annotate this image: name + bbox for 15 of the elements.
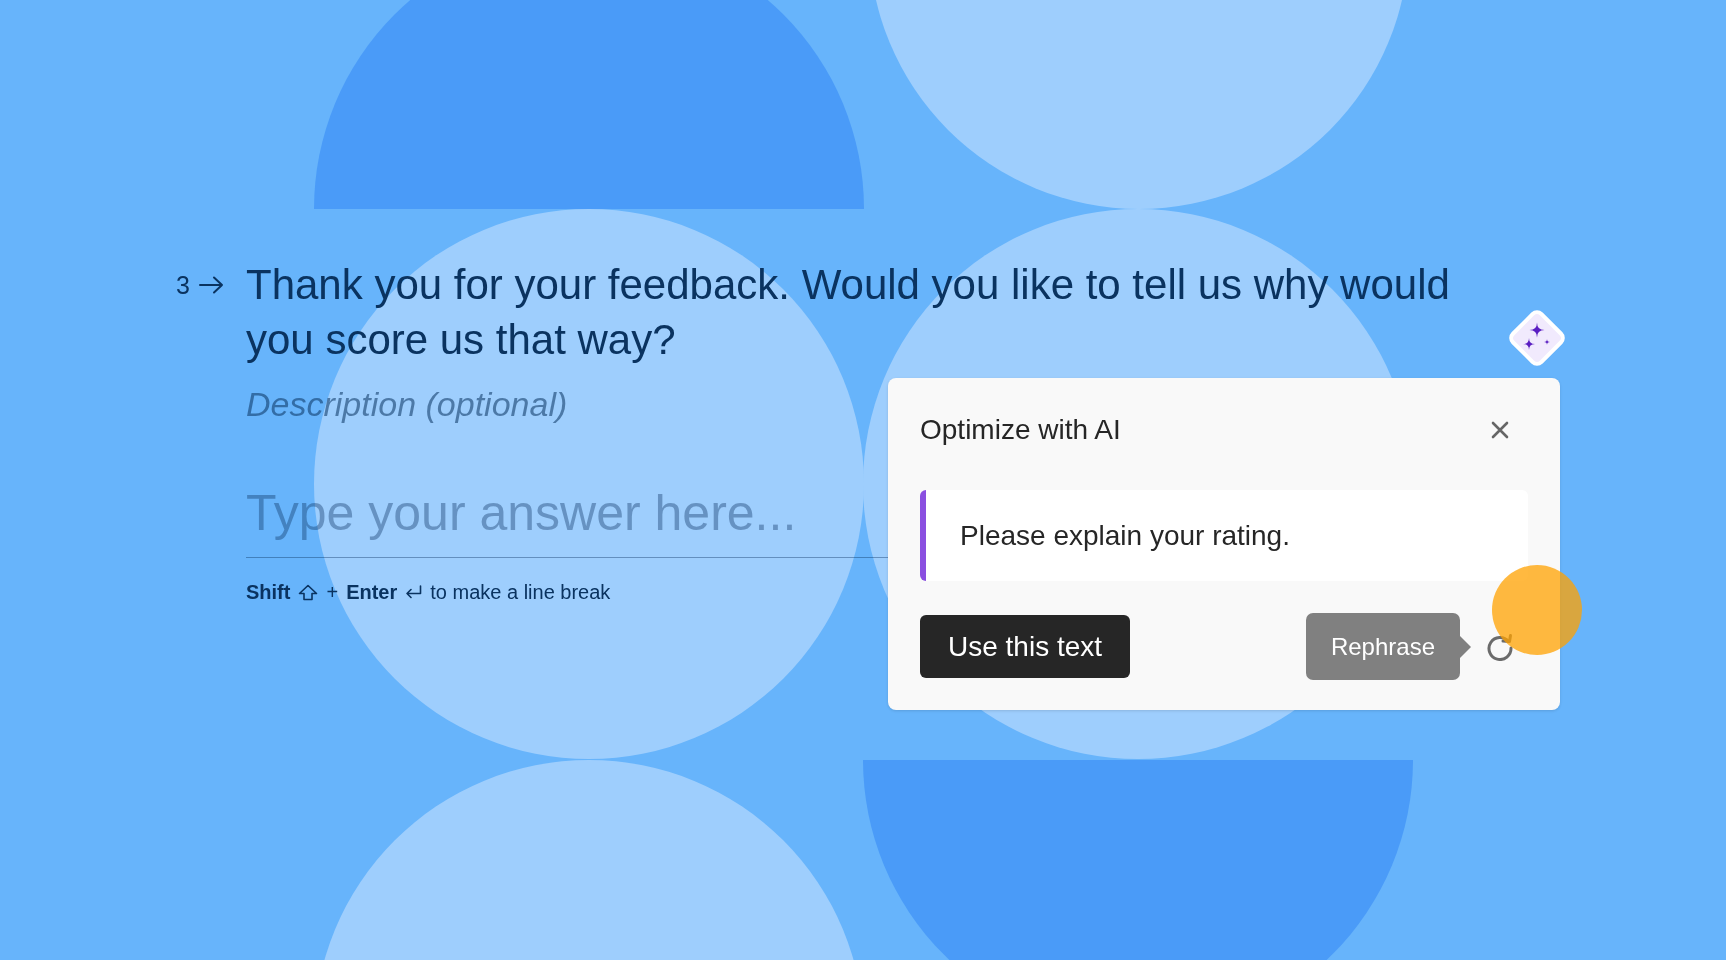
rephrase-tooltip: Rephrase — [1305, 613, 1471, 680]
suggestion-card: Please explain your rating. — [920, 490, 1528, 581]
question-number: 3 — [176, 269, 190, 300]
shift-key-label: Shift — [246, 580, 291, 604]
hint-text: to make a line break — [430, 580, 611, 604]
arrow-right-icon — [198, 275, 224, 294]
plus-sign: + — [326, 580, 339, 604]
enter-key-label: Enter — [346, 580, 398, 604]
close-icon[interactable] — [1491, 421, 1509, 439]
return-icon — [405, 585, 423, 599]
use-text-button[interactable]: Use this text — [920, 615, 1131, 678]
question-title: Thank you for your feedback. Would you like to tell us why would you score us that way? — [246, 260, 1451, 365]
shift-icon — [298, 583, 319, 601]
question-description: Description (optional) — [246, 384, 568, 424]
panel-title: Optimize with AI — [920, 413, 1122, 447]
